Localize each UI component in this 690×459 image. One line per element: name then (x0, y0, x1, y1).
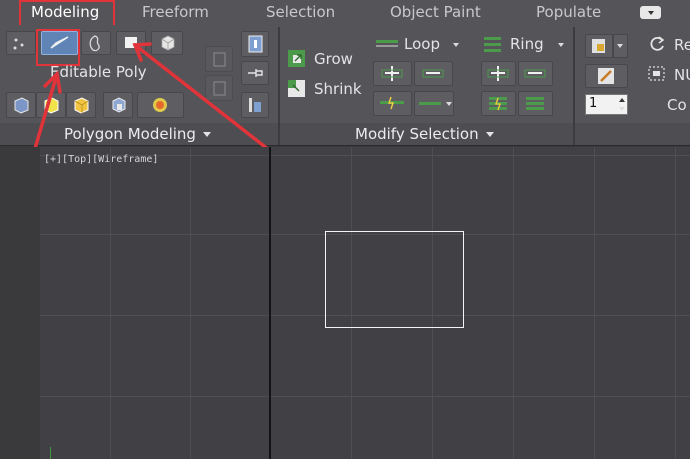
viewport-divider[interactable] (269, 147, 271, 459)
red-arrow-line (133, 43, 280, 159)
grid-line (513, 147, 514, 459)
axis-tripod-y (50, 447, 51, 459)
grid-line (594, 147, 595, 459)
3dsmax-window: Modeling Freeform Selection Object Paint… (0, 0, 690, 459)
viewport-left-gutter (0, 147, 40, 459)
viewport-label[interactable]: [+][Top][Wireframe] (44, 154, 158, 165)
viewport-top-wireframe[interactable]: [+][Top][Wireframe] (40, 147, 690, 459)
rectangle-object[interactable] (325, 231, 464, 328)
grid-line (675, 147, 676, 459)
grid-line (110, 147, 111, 459)
grid-line (190, 147, 191, 459)
grid-line (40, 396, 690, 397)
